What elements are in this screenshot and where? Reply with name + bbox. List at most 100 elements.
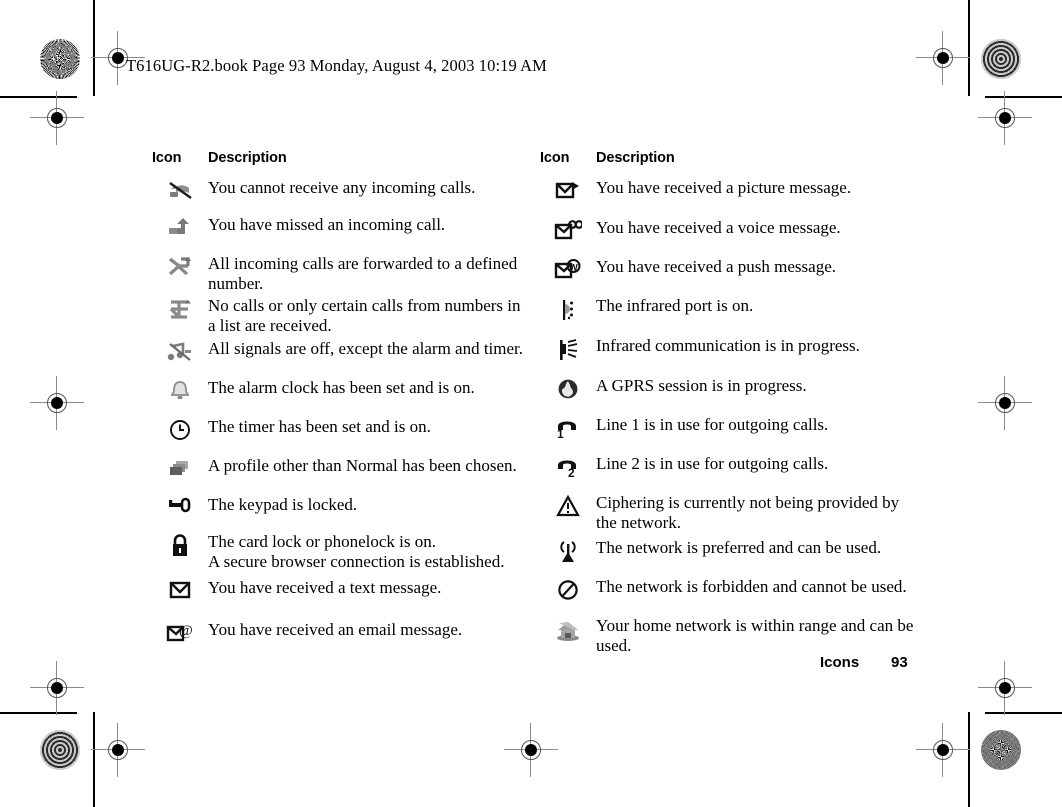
table-row: The network is forbidden and cannot be u… (540, 577, 940, 613)
alarm-clock-icon (152, 378, 208, 402)
row-description: You have received a picture message. (596, 178, 940, 198)
registration-mark-bottom-left (91, 723, 145, 777)
desc-line-1: The timer has been set and is on. (208, 417, 431, 436)
desc-line-1: All signals are off, except the alarm an… (208, 339, 524, 358)
proof-page: T616UG-R2.book Page 93 Monday, August 4,… (0, 0, 1062, 807)
table-row: W You have received a push message. (540, 257, 940, 293)
registration-mark-right-middle (978, 376, 1032, 430)
desc-line-1: You cannot receive any incoming calls. (208, 178, 476, 197)
row-description: You cannot receive any incoming calls. (208, 178, 524, 198)
timer-icon (152, 417, 208, 441)
table-row: The alarm clock has been set and is on. (152, 378, 524, 414)
file-header-line: T616UG-R2.book Page 93 Monday, August 4,… (126, 56, 547, 75)
desc-line-1: Line 1 is in use for outgoing calls. (596, 415, 829, 434)
table-row: 1 Line 1 is in use for outgoing calls. (540, 415, 940, 451)
text-message-icon (152, 578, 208, 600)
star-target-bottom-left (40, 730, 80, 770)
row-description: You have received an email message. (208, 620, 524, 640)
desc-line-1: You have received a picture message. (596, 178, 852, 197)
row-description: The infrared port is on. (596, 296, 940, 316)
infrared-active-icon (540, 336, 596, 362)
desc-line-1: The alarm clock has been set and is on. (208, 378, 475, 397)
registration-mark-right-lower (978, 661, 1032, 715)
desc-line-1: Line 2 is in use for outgoing calls. (596, 454, 829, 473)
forbidden-network-icon (540, 577, 596, 601)
call-filter-icon (152, 296, 208, 320)
padlock-icon (152, 532, 208, 558)
icon-table-right: Icon Description You have received a pic… (540, 150, 940, 661)
svg-text:W: W (569, 263, 578, 273)
table-row: The infrared port is on. (540, 296, 940, 333)
table-row: A GPRS session is in progress. (540, 376, 940, 412)
column-header-description: Description (596, 150, 675, 166)
preferred-network-icon (540, 538, 596, 564)
table-row: All incoming calls are forwarded to a de… (152, 254, 524, 293)
home-network-icon (540, 616, 596, 642)
row-description: The network is preferred and can be used… (596, 538, 940, 558)
svg-text:2: 2 (568, 466, 575, 478)
table-row: You have received a text message. (152, 578, 524, 617)
line-1-icon: 1 (540, 415, 596, 439)
row-description: You have received a push message. (596, 257, 940, 277)
row-description: The network is forbidden and cannot be u… (596, 577, 940, 597)
registration-mark-bottom-center (504, 723, 558, 777)
desc-line-1: A profile other than Normal has been cho… (208, 456, 517, 475)
svg-text:1: 1 (557, 427, 564, 439)
table-row: Ciphering is currently not being provide… (540, 493, 940, 535)
desc-line-1: Your home network is within range and ca… (596, 616, 914, 635)
infrared-on-icon (540, 296, 596, 322)
line-2-icon: 2 (540, 454, 596, 478)
footer-page-number: 93 (891, 654, 908, 671)
column-header-description: Description (208, 150, 287, 166)
registration-mark-right-upper (978, 91, 1032, 145)
desc-line-2: a list are received. (208, 315, 332, 335)
row-description: Your home network is within range and ca… (596, 616, 940, 655)
desc-line-1: No calls or only certain calls from numb… (208, 296, 521, 315)
row-description: A profile other than Normal has been cho… (208, 456, 524, 476)
push-message-icon: W (540, 257, 596, 281)
column-header-icon: Icon (152, 150, 182, 166)
call-barred-icon (152, 178, 208, 202)
desc-line-1: You have received a push message. (596, 257, 836, 276)
missed-call-icon (152, 215, 208, 237)
desc-line-1: A GPRS session is in progress. (596, 376, 807, 395)
desc-line-1: The card lock or phonelock is on. (208, 532, 437, 551)
row-description: Line 1 is in use for outgoing calls. (596, 415, 940, 435)
desc-line-1: You have missed an incoming call. (208, 215, 446, 234)
table-row: 2 Line 2 is in use for outgoing calls. (540, 454, 940, 490)
desc-line-1: The network is preferred and can be used… (596, 538, 882, 557)
desc-line-1: The infrared port is on. (596, 296, 754, 315)
column-header-icon: Icon (540, 150, 570, 166)
table-row: The timer has been set and is on. (152, 417, 524, 453)
table-row: A profile other than Normal has been cho… (152, 456, 524, 492)
table-header-right: Icon Description (540, 150, 940, 166)
row-description: Infrared communication is in progress. (596, 336, 940, 356)
desc-line-1: The keypad is locked. (208, 495, 358, 514)
desc-line-1: The network is forbidden and cannot be u… (596, 577, 907, 596)
row-description: You have received a text message. (208, 578, 524, 598)
table-header-left: Icon Description (152, 150, 524, 166)
table-row: You cannot receive any incoming calls. (152, 178, 524, 212)
desc-line-1: You have received a voice message. (596, 218, 841, 237)
desc-line-1: You have received an email message. (208, 620, 463, 639)
row-description: All signals are off, except the alarm an… (208, 339, 524, 359)
registration-mark-left-upper (30, 91, 84, 145)
row-description: Line 2 is in use for outgoing calls. (596, 454, 940, 474)
silent-mode-icon (152, 339, 208, 363)
footer-section-name: Icons (820, 654, 860, 671)
call-forward-all-icon (152, 254, 208, 278)
table-row: You have received a voice message. (540, 218, 940, 254)
star-target-top-right (981, 39, 1021, 79)
table-row: Your home network is within range and ca… (540, 616, 940, 658)
star-target-bottom-right (981, 730, 1021, 770)
table-row: @ You have received an email message. (152, 620, 524, 656)
row-description: A GPRS session is in progress. (596, 376, 940, 396)
registration-mark-left-lower (30, 661, 84, 715)
voice-message-icon (540, 218, 596, 240)
registration-mark-bottom-right (916, 723, 970, 777)
registration-mark-left-middle (30, 376, 84, 430)
table-row: The card lock or phonelock is on. A secu… (152, 532, 524, 575)
table-row: You have missed an incoming call. (152, 215, 524, 251)
row-description: Ciphering is currently not being provide… (596, 493, 940, 532)
row-description: You have received a voice message. (596, 218, 940, 238)
